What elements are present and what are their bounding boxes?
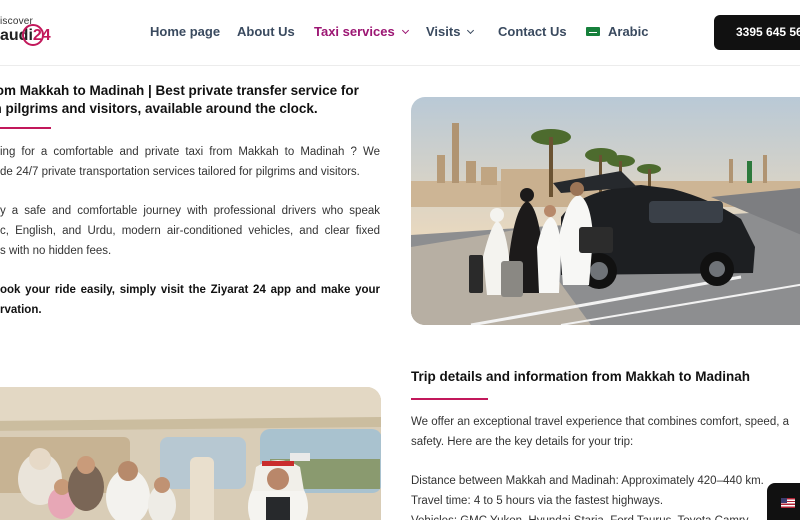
trip-vehicles: Vehicles: GMC Yukon, Hyundai Staria, For… [411, 511, 749, 520]
heading-divider [0, 127, 51, 129]
trip-details-heading: Trip details and information from Makkah… [411, 369, 751, 384]
family-van-photo [0, 387, 381, 520]
us-flag-icon [781, 498, 795, 508]
nav-contact[interactable]: Contact Us [498, 24, 567, 39]
car-pilgrims-photo [411, 97, 800, 325]
logo-ring-icon [22, 24, 44, 46]
intro-heading: from Makkah to Madinah | Best private tr… [0, 83, 359, 116]
saudi-flag-icon [586, 27, 600, 37]
chevron-down-icon [401, 26, 409, 35]
trip-distance: Distance between Makkah and Madinah: App… [411, 475, 764, 487]
trip-description-line1: We offer an exceptional travel experienc… [411, 416, 790, 428]
nav-visits[interactable]: Visits [426, 24, 475, 39]
nav-home[interactable]: Home page [150, 24, 220, 39]
site-header: iscover audi24 Home page About Us Taxi s… [0, 0, 800, 66]
trip-divider [411, 398, 488, 400]
intro-paragraph-1: ing for a comfortable and private taxi f… [0, 146, 380, 178]
nav-arabic[interactable]: Arabic [586, 24, 648, 39]
chevron-down-icon [467, 26, 475, 35]
phone-button[interactable]: 3395 645 56 9 [714, 15, 800, 50]
trip-time: Travel time: 4 to 5 hours via the fastes… [411, 495, 664, 507]
intro-paragraph-3: ook your ride easily, simply visit the Z… [0, 284, 380, 316]
nav-about[interactable]: About Us [237, 24, 295, 39]
site-logo[interactable]: iscover audi24 [0, 14, 52, 54]
language-switcher[interactable] [767, 483, 800, 520]
trip-description-line2: safety. Here are the key details for you… [411, 436, 634, 448]
nav-taxi-services[interactable]: Taxi services [314, 24, 409, 39]
intro-paragraph-2: y a safe and comfortable journey with pr… [0, 205, 380, 257]
